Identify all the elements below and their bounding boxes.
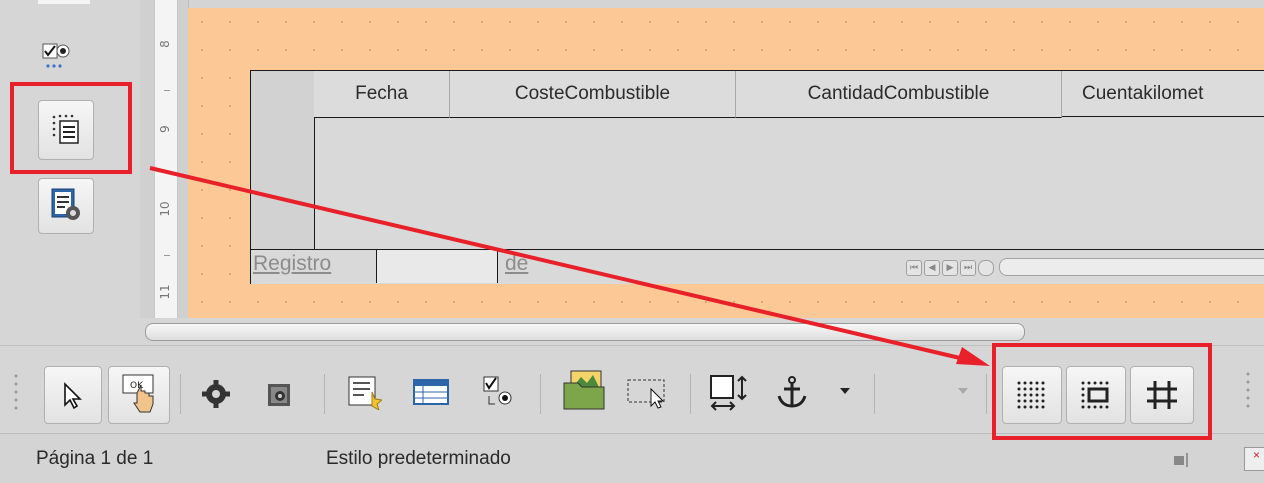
annotation-arrow-icon [149, 166, 990, 366]
